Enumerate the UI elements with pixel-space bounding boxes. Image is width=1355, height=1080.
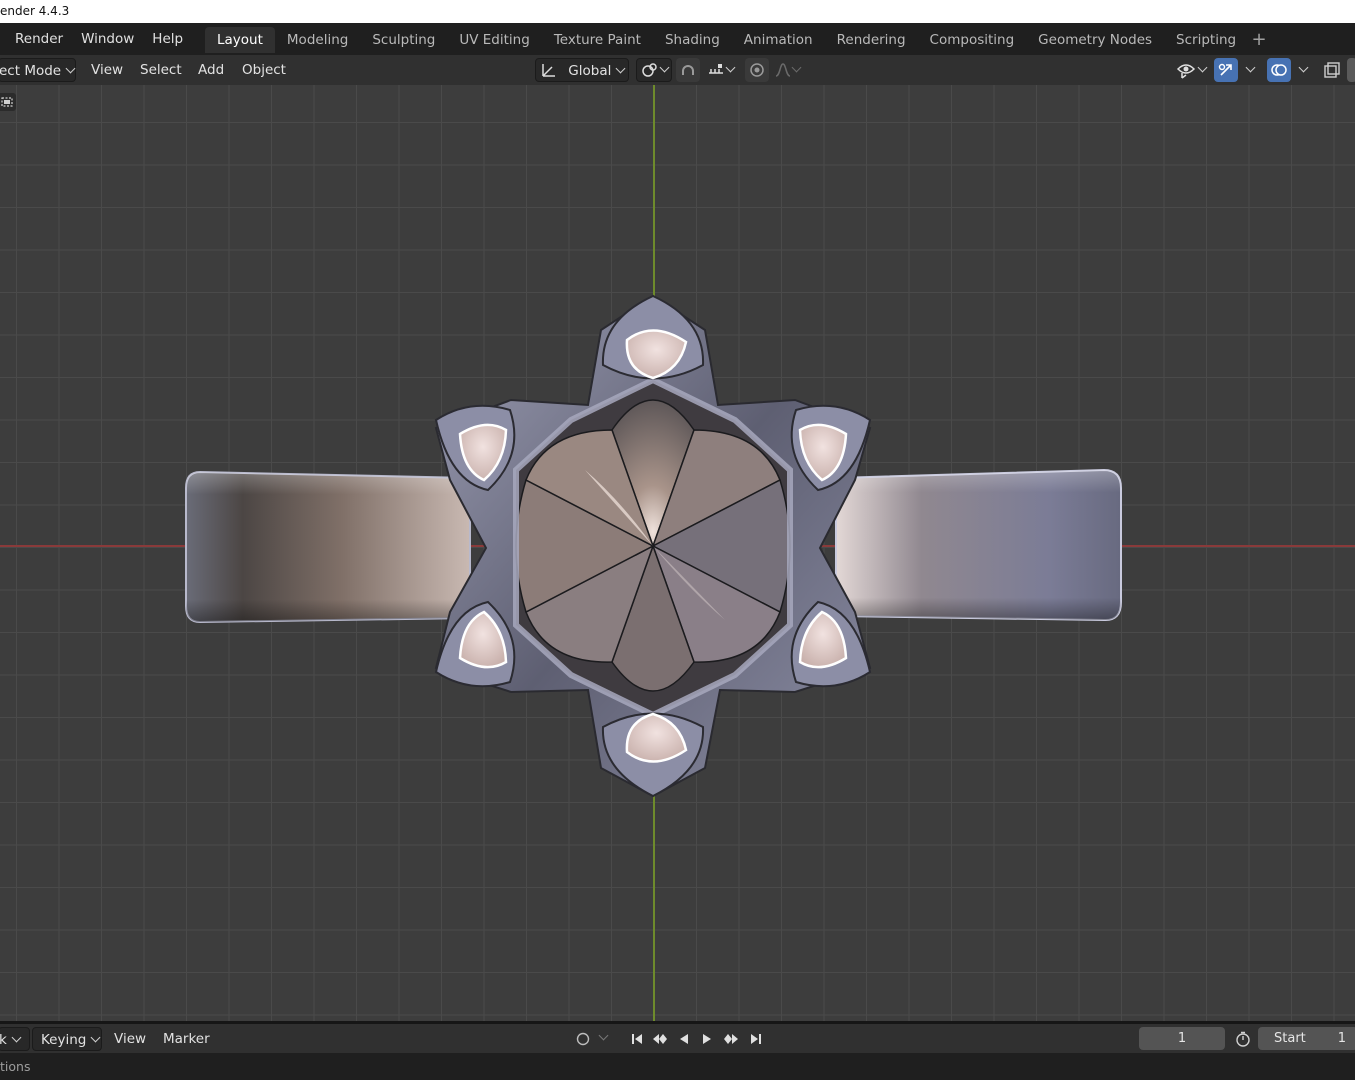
mode-label: ect Mode (0, 63, 62, 79)
orientation-dropdown[interactable]: Global (535, 58, 629, 82)
xray-icon (1324, 62, 1340, 78)
tab-scripting[interactable]: Scripting (1164, 27, 1248, 53)
jump-to-keyframe-prev-icon[interactable] (649, 1028, 671, 1049)
chevron-down-icon (1298, 62, 1308, 72)
top-bar: Render Window Help Layout Modeling Sculp… (0, 23, 1355, 55)
ring-model[interactable] (0, 85, 1355, 1021)
visibility-eye-icon (1176, 64, 1196, 79)
chevron-down-icon (65, 63, 76, 74)
chevron-down-icon (11, 1032, 22, 1043)
jump-to-keyframe-next-icon[interactable] (720, 1028, 742, 1049)
tab-uv-editing[interactable]: UV Editing (447, 27, 541, 53)
tab-animation[interactable]: Animation (732, 27, 825, 53)
play-reverse-icon[interactable] (673, 1028, 695, 1049)
tab-compositing[interactable]: Compositing (918, 27, 1027, 53)
chevron-down-icon (1197, 62, 1208, 72)
menu-help[interactable]: Help (143, 27, 192, 51)
tab-sculpting[interactable]: Sculpting (360, 27, 447, 53)
jump-to-start-icon[interactable] (626, 1028, 648, 1049)
falloff-curve-icon (775, 63, 791, 77)
menu-view[interactable]: View (83, 58, 131, 82)
tab-texture-paint[interactable]: Texture Paint (542, 27, 653, 53)
tab-modeling[interactable]: Modeling (275, 27, 360, 53)
workspace-tabs: Layout Modeling Sculpting UV Editing Tex… (205, 27, 1270, 53)
plus-icon[interactable]: + (1248, 27, 1270, 53)
tab-shading[interactable]: Shading (653, 27, 732, 53)
window-title-bar: ender 4.4.3 (0, 0, 1355, 23)
keying-label: Keying (41, 1032, 87, 1048)
auto-keying-record-icon[interactable] (572, 1028, 594, 1049)
menu-object[interactable]: Object (234, 58, 294, 82)
falloff-dropdown[interactable] (770, 58, 804, 82)
transform-pivot-button[interactable] (636, 58, 672, 82)
playback-label: k (0, 1032, 7, 1048)
tab-layout[interactable]: Layout (205, 27, 275, 53)
chevron-down-icon (725, 62, 735, 72)
chevron-down-icon (659, 62, 669, 72)
xray-toggle[interactable] (1320, 58, 1344, 82)
visibility-dropdown[interactable] (1172, 58, 1210, 82)
3d-viewport[interactable] (0, 85, 1355, 1021)
play-icon[interactable] (696, 1028, 718, 1049)
gizmo-icon (1218, 63, 1232, 76)
overlay-toggle[interactable] (1267, 58, 1291, 82)
tab-rendering[interactable]: Rendering (825, 27, 918, 53)
current-frame-field[interactable]: 1 (1139, 1027, 1225, 1050)
chevron-down-icon (90, 1032, 101, 1043)
snap-target-dropdown[interactable] (700, 58, 740, 82)
chevron-down-icon (615, 63, 626, 74)
timeline-menu-marker[interactable]: Marker (155, 1027, 218, 1051)
window-title: ender 4.4.3 (0, 4, 70, 18)
start-label: Start (1274, 1031, 1306, 1046)
mode-dropdown[interactable]: ect Mode (0, 58, 76, 82)
playback-dropdown[interactable]: k (0, 1027, 30, 1051)
overlay-dropdown[interactable] (1293, 58, 1313, 82)
viewport-header: ect Mode View Select Add Object Global (0, 55, 1355, 85)
menu-add[interactable]: Add (190, 58, 232, 82)
proportional-edit-icon (750, 63, 764, 77)
orientation-label: Global (568, 63, 612, 79)
gizmo-toggle[interactable] (1214, 58, 1238, 82)
chevron-down-icon (598, 1030, 608, 1041)
stopwatch-icon[interactable] (1232, 1028, 1254, 1049)
tab-geometry-nodes[interactable]: Geometry Nodes (1026, 27, 1164, 53)
transform-orientation-icon (542, 64, 555, 77)
gizmo-dropdown[interactable] (1240, 58, 1260, 82)
timeline-menu-view[interactable]: View (106, 1027, 154, 1051)
jump-to-end-icon[interactable] (745, 1028, 767, 1049)
auto-keying-dropdown[interactable] (596, 1028, 610, 1049)
chevron-down-icon (791, 62, 802, 72)
menu-window[interactable]: Window (72, 27, 143, 51)
snap-toggle[interactable] (676, 58, 700, 82)
start-frame-field[interactable]: Start 1 (1258, 1027, 1355, 1050)
proportional-edit-toggle[interactable] (745, 58, 769, 82)
menu-render[interactable]: Render (6, 27, 72, 51)
keying-dropdown[interactable]: Keying (32, 1027, 102, 1051)
snap-magnet-icon (682, 65, 694, 75)
timeline-header: k Keying View Marker 1 Start 1 (0, 1024, 1355, 1053)
status-text: tions (0, 1059, 31, 1074)
overlay-icon (1271, 64, 1287, 76)
start-value: 1 (1337, 1031, 1346, 1046)
transform-pivot-icon (641, 63, 657, 77)
snap-increment-icon (708, 64, 723, 74)
chevron-down-icon (1245, 62, 1255, 72)
menu-select[interactable]: Select (132, 58, 190, 82)
shading-mode-button[interactable] (1347, 58, 1355, 82)
status-bar: tions (0, 1053, 1355, 1080)
